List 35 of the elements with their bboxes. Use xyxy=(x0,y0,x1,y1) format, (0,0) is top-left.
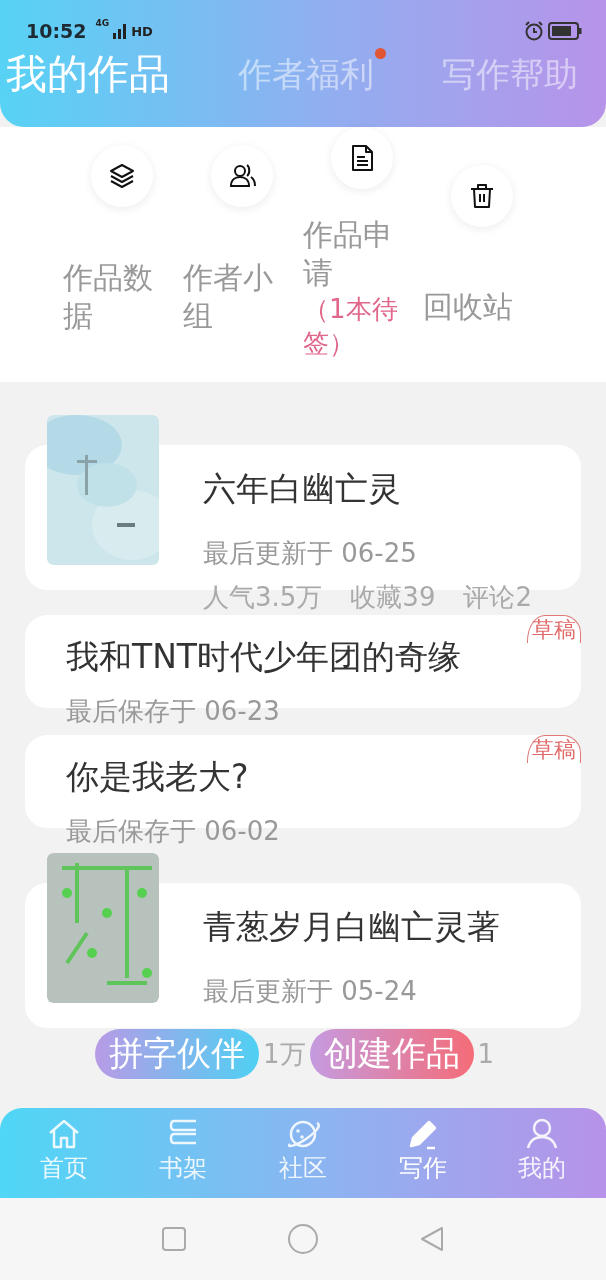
action-label[interactable]: 回收站 xyxy=(423,287,525,326)
work-title: 六年白幽亡灵 xyxy=(203,468,401,510)
nav-item[interactable]: 首页 xyxy=(39,1108,88,1198)
work-title: 青葱岁月白幽亡灵著 xyxy=(203,906,500,948)
stat-fragment: 1 xyxy=(477,1039,495,1069)
work-stat: 评论2 xyxy=(463,581,532,614)
nav-item[interactable]: 写作 xyxy=(398,1108,447,1198)
pill-button[interactable]: 拼字伙伴 xyxy=(95,1029,259,1079)
layers-icon xyxy=(107,161,137,191)
nav-item[interactable]: 书架 xyxy=(159,1108,208,1198)
action-label[interactable]: 作者小组 xyxy=(183,258,285,335)
draft-badge: 草稿 xyxy=(527,615,581,643)
hd-indicator: HD xyxy=(131,23,153,39)
nav-item[interactable]: 我的 xyxy=(518,1108,567,1198)
action-label[interactable]: 作品数据 xyxy=(63,258,165,335)
work-date: 最后更新于 06-25 xyxy=(203,537,417,570)
alarm-icon xyxy=(523,20,545,42)
work-stat: 人气3.5万 xyxy=(203,581,323,614)
work-date: 最后保存于 06-23 xyxy=(66,695,280,728)
battery-icon xyxy=(548,22,582,40)
draft-badge: 草稿 xyxy=(527,735,581,763)
nav-item[interactable]: 社区 xyxy=(279,1108,327,1198)
work-date: 最后更新于 05-24 xyxy=(203,975,417,1008)
header-tab[interactable]: 我的作品 xyxy=(6,48,170,100)
signal-icon xyxy=(112,23,129,39)
stat-fragment: 1万 xyxy=(263,1037,306,1071)
action-label[interactable]: 作品申请 xyxy=(303,215,405,292)
pill-button[interactable]: 创建作品 xyxy=(309,1029,474,1079)
work-title: 我和TNT时代少年团的奇缘 xyxy=(66,636,461,678)
work-title: 你是我老大? xyxy=(66,756,249,798)
work-stat: 收藏39 xyxy=(350,581,436,614)
work-date: 最后保存于 06-02 xyxy=(66,815,280,848)
status-time: 10:52 xyxy=(26,20,87,42)
network-type: 4G xyxy=(95,18,110,28)
pending-note: （1本待签） xyxy=(303,292,399,360)
